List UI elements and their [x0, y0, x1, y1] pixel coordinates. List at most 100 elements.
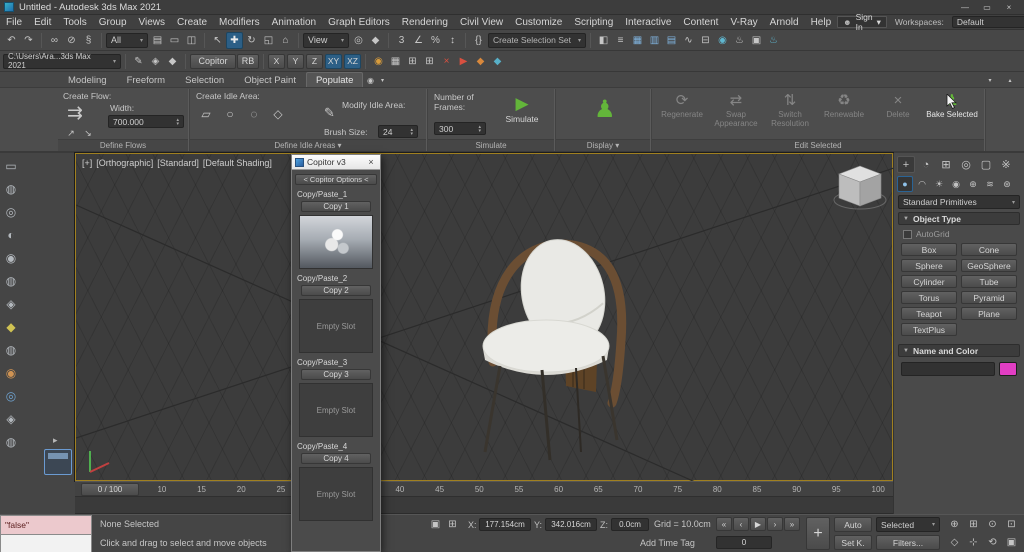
copitor-options-button[interactable]: < Copitor Options < [295, 174, 377, 185]
listener-pane[interactable] [0, 534, 92, 552]
massfx-icon[interactable]: ◉ [370, 53, 387, 70]
go-to-end-button[interactable]: » [784, 517, 800, 531]
dock-expand-arrow[interactable]: ▸ [53, 435, 58, 446]
tab-populate[interactable]: Populate [306, 72, 364, 87]
menu-item[interactable]: Interactive [619, 15, 677, 30]
use-pivot-point-center-icon[interactable]: ◎ [350, 32, 367, 49]
window-crossing-toggle-icon[interactable]: ◫ [183, 32, 200, 49]
copitor-button[interactable]: Copitor [190, 54, 236, 69]
dock-selection-icon[interactable]: ▭ [2, 157, 20, 175]
object-name-field[interactable] [901, 362, 995, 376]
redo-icon[interactable]: ↷ [20, 32, 37, 49]
containers-icon[interactable]: ▦ [387, 53, 404, 70]
dock-blur-icon[interactable]: ◈ [2, 295, 20, 313]
maxscript-mini-listener[interactable]: "false" [0, 515, 92, 552]
play-button[interactable]: ▶ [750, 517, 766, 531]
select-and-link-icon[interactable]: ∞ [46, 32, 63, 49]
paste-slot[interactable]: Empty Slot [299, 299, 373, 353]
align-icon[interactable]: ≡ [612, 32, 629, 49]
zoom-all-icon[interactable]: ⊞ [965, 516, 982, 532]
copitor-close-button[interactable]: × [365, 157, 377, 167]
maximize-button[interactable]: ▭ [976, 0, 998, 14]
restrict-y-button[interactable]: Y [287, 54, 304, 69]
scene-scripts-icon[interactable]: ✎ [130, 53, 147, 70]
autogrid-checkbox[interactable] [903, 230, 912, 239]
regenerate-button[interactable]: ⟳ Regenerate [656, 93, 708, 120]
torus-button[interactable]: Torus [901, 291, 957, 304]
brush-size-spinner[interactable]: 24 ▴▾ [378, 125, 418, 138]
dock-layers-icon[interactable]: ◍ [2, 341, 20, 359]
pan-icon[interactable]: ⊹ [965, 534, 982, 550]
idle-area-lasso-icon[interactable]: ◌ [244, 104, 264, 124]
define-flows-caption[interactable]: Define Flows [58, 139, 188, 151]
selection-lock-icon[interactable]: ▣ [428, 517, 443, 532]
y-coordinate-field[interactable]: 342.016cm [545, 518, 597, 531]
geometry-category-icon[interactable]: ● [897, 176, 913, 192]
menu-item[interactable]: Tools [57, 15, 92, 30]
number-of-frames-spinner[interactable]: 300 ▴▾ [434, 122, 486, 135]
copy-button[interactable]: Copy 3 [301, 369, 371, 380]
dock-fill-icon[interactable]: ◉ [2, 249, 20, 267]
textplus-button[interactable]: TextPlus [901, 323, 957, 336]
dock-paint-brush-icon[interactable]: ◍ [2, 180, 20, 198]
select-and-rotate-icon[interactable]: ↻ [243, 32, 260, 49]
paste-slot[interactable]: Empty Slot [299, 467, 373, 521]
time-slider[interactable]: 0 / 100 [81, 483, 139, 496]
idle-area-rect-icon[interactable]: ▱ [196, 104, 216, 124]
bind-to-space-warp-icon[interactable]: § [80, 32, 97, 49]
spinner-arrows-icon[interactable]: ▴▾ [410, 128, 413, 136]
restrict-xz-plane-button[interactable]: XZ [344, 54, 361, 69]
snaps-toggle-icon[interactable]: 3 [393, 32, 410, 49]
viewport-general-menu[interactable]: [+] [82, 158, 92, 168]
macro-recorder-pane[interactable]: "false" [0, 515, 92, 534]
systems-category-icon[interactable]: ⊛ [999, 176, 1015, 192]
menu-item[interactable]: Animation [266, 15, 322, 30]
tab-modeling[interactable]: Modeling [58, 72, 117, 87]
vray-frame-buffer-icon[interactable]: ▶ [455, 53, 472, 70]
flow-ramp-down-icon[interactable]: ↘ [81, 127, 95, 139]
menu-item[interactable]: Graph Editors [322, 15, 396, 30]
restrict-z-button[interactable]: Z [306, 54, 323, 69]
spinner-arrows-icon[interactable]: ▴▾ [478, 125, 481, 133]
vray-menu-icon[interactable]: × [438, 53, 455, 70]
sphere-button[interactable]: Sphere [901, 259, 957, 272]
tab-object-paint[interactable]: Object Paint [234, 72, 306, 87]
select-and-manipulate-icon[interactable]: ◆ [367, 32, 384, 49]
object-type-rollout[interactable]: ▼ Object Type [898, 212, 1020, 225]
angle-snap-icon[interactable]: ∠ [410, 32, 427, 49]
mirror-icon[interactable]: ◧ [595, 32, 612, 49]
copy-button[interactable]: Copy 4 [301, 453, 371, 464]
menu-item[interactable]: Group [93, 15, 133, 30]
copitor-titlebar[interactable]: Copitor v3 × [292, 155, 380, 170]
dock-color-icon[interactable]: ◆ [2, 318, 20, 336]
current-frame-field[interactable]: 0 [716, 536, 772, 549]
dock-pattern-icon[interactable]: ◎ [2, 387, 20, 405]
menu-item[interactable]: Scripting [568, 15, 619, 30]
cone-button[interactable]: Cone [961, 243, 1017, 256]
maximize-viewport-toggle-icon[interactable]: ▣ [1003, 534, 1020, 550]
modify-idle-area-icon[interactable]: ✎ [324, 105, 335, 121]
selection-filter-dropdown[interactable]: All▾ [106, 33, 148, 48]
space-warps-category-icon[interactable]: ≋ [982, 176, 998, 192]
rectangular-selection-region-icon[interactable]: ▭ [166, 32, 183, 49]
edit-selected-caption[interactable]: Edit Selected [652, 139, 984, 151]
utilities-tab-icon[interactable]: ※ [997, 156, 1015, 173]
toggle-layer-explorer-icon[interactable]: ▥ [646, 32, 663, 49]
simulate-button[interactable]: ▶ Simulate [494, 94, 550, 124]
toggle-scene-explorer-icon[interactable]: ▦ [629, 32, 646, 49]
spinner-arrows-icon[interactable]: ▴▾ [176, 118, 179, 126]
restrict-x-button[interactable]: X [268, 54, 285, 69]
swap-appearance-button[interactable]: ⇄ Swap Appearance [710, 93, 762, 129]
tube-button[interactable]: Tube [961, 275, 1017, 288]
viewport-standard-menu[interactable]: [Standard] [157, 158, 199, 168]
timeline-ruler[interactable]: 0510152025303540455055606570758085909510… [87, 485, 885, 494]
menu-item[interactable]: Views [133, 15, 172, 30]
select-by-name-icon[interactable]: ▤ [149, 32, 166, 49]
project-folder-dropdown[interactable]: C:\Users\Ara...3ds Max 2021▾ [3, 54, 121, 69]
forest-pack-icon[interactable]: ◆ [489, 53, 506, 70]
z-coordinate-field[interactable]: 0.0cm [611, 518, 649, 531]
key-filters-button[interactable]: Filters... [876, 535, 940, 550]
viewport-pov-menu[interactable]: [Orthographic] [96, 158, 153, 168]
restrict-xy-plane-button[interactable]: XY [325, 54, 342, 69]
dock-erase-icon[interactable]: ◎ [2, 203, 20, 221]
